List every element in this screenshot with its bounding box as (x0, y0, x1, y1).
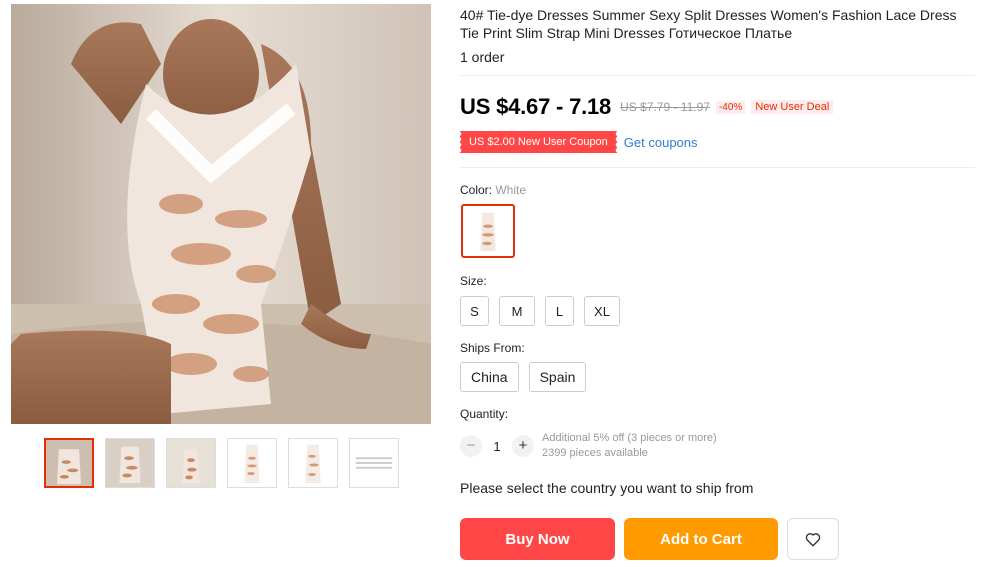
get-coupons-link[interactable]: Get coupons (624, 135, 698, 150)
wishlist-button[interactable] (787, 518, 839, 560)
current-price: US $4.67 - 7.18 (460, 94, 612, 119)
quantity-decrease-button[interactable]: − (460, 435, 482, 457)
thumbnail-strip (44, 438, 399, 488)
size-option-s[interactable]: S (460, 296, 489, 326)
ships-from-china[interactable]: China (460, 362, 519, 392)
original-price: US $7.79 - 11.97 (620, 100, 710, 114)
bulk-discount-note: Additional 5% off (3 pieces or more) (542, 432, 717, 444)
quantity-stepper: − 1 + Additional 5% off (3 pieces or mor… (460, 431, 717, 461)
size-option-xl[interactable]: XL (584, 296, 620, 326)
price-row: US $4.67 - 7.18 US $7.79 - 11.97 -40% Ne… (460, 94, 834, 120)
quantity-label: Quantity: (460, 407, 509, 421)
product-title: 40# Tie-dye Dresses Summer Sexy Split Dr… (460, 7, 957, 41)
thumbnail-4[interactable] (227, 438, 277, 488)
selected-color: White (495, 183, 527, 197)
shipping-country-note: Please select the country you want to sh… (460, 480, 754, 496)
ships-from-spain[interactable]: Spain (528, 362, 587, 392)
new-user-coupon[interactable]: US $2.00 New User Coupon (459, 131, 617, 153)
divider (460, 167, 975, 168)
order-count: 1 order (460, 49, 505, 65)
heart-icon (805, 533, 821, 547)
ships-from-label: Ships From: (460, 341, 525, 355)
size-label: Size: (460, 274, 487, 288)
product-main-image[interactable] (11, 4, 431, 424)
thumbnail-1[interactable] (44, 438, 94, 488)
buy-now-button[interactable]: Buy Now (460, 518, 615, 560)
coupon-row: US $2.00 New User Coupon Get coupons (459, 131, 698, 153)
color-label: Color: White (460, 183, 526, 197)
color-option-white[interactable] (461, 204, 515, 258)
quantity-increase-button[interactable]: + (512, 435, 534, 457)
add-to-cart-button[interactable]: Add to Cart (624, 518, 778, 560)
divider (460, 75, 975, 76)
quantity-info: Additional 5% off (3 pieces or more) 239… (542, 431, 717, 461)
color-label-text: Color: (460, 183, 493, 197)
thumbnail-5[interactable] (288, 438, 338, 488)
size-option-m[interactable]: M (499, 296, 535, 326)
quantity-value[interactable]: 1 (482, 439, 512, 454)
thumbnail-2[interactable] (105, 438, 155, 488)
stock-available: 2399 pieces available (542, 447, 648, 459)
size-option-l[interactable]: L (545, 296, 574, 326)
size-options: S M L XL (460, 296, 620, 326)
thumbnail-3[interactable] (166, 438, 216, 488)
discount-badge: -40% (715, 100, 746, 114)
new-user-deal-badge: New User Deal (751, 100, 834, 114)
ships-from-options: China Spain (460, 362, 587, 392)
thumbnail-6[interactable] (349, 438, 399, 488)
